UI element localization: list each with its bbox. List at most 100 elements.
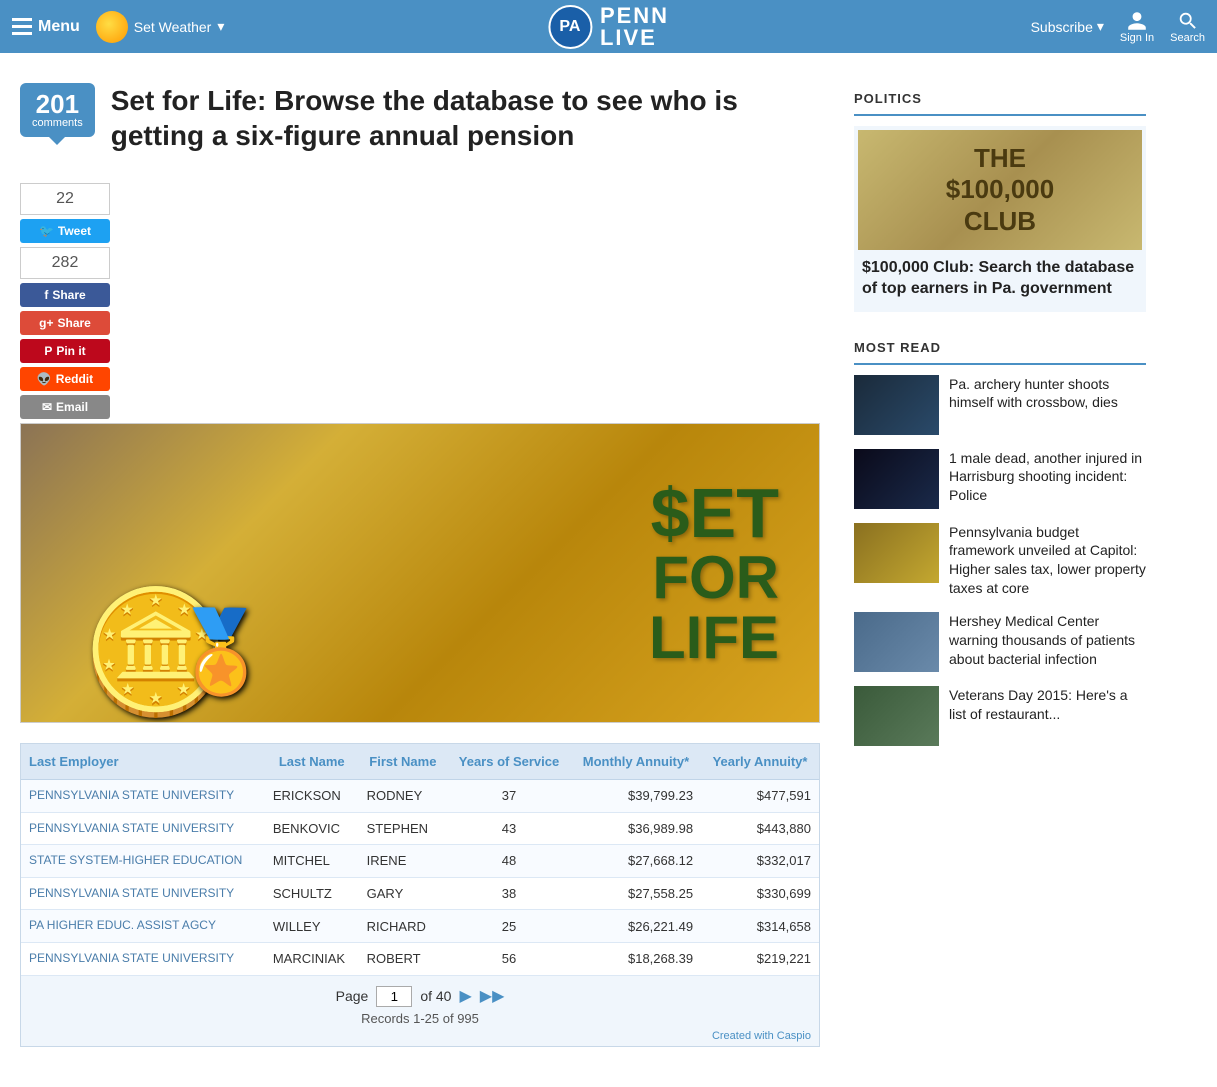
cell-employer: PENNSYLVANIA STATE UNIVERSITY <box>21 942 265 975</box>
page-input[interactable] <box>376 986 412 1007</box>
pagination-row: Page of 40 ▶ ▶▶ <box>21 976 819 1011</box>
cell-monthly: $27,558.25 <box>571 877 701 910</box>
most-read-item[interactable]: Pa. archery hunter shoots himself with c… <box>854 375 1146 435</box>
most-read-item-title: Veterans Day 2015: Here's a list of rest… <box>949 686 1146 724</box>
cell-years: 48 <box>447 845 571 878</box>
next-page-button[interactable]: ▶ <box>459 986 471 1006</box>
pinterest-button[interactable]: P Pin it <box>20 339 110 363</box>
cell-last-name: BENKOVIC <box>265 812 359 845</box>
pinterest-label: Pin it <box>56 344 85 358</box>
social-sidebar: 22 🐦 Tweet 282 f Share g+ Share P Pin it <box>20 183 110 423</box>
cell-years: 38 <box>447 877 571 910</box>
cell-yearly: $443,880 <box>701 812 819 845</box>
most-read-thumbnail <box>854 449 939 509</box>
header-logo[interactable]: PA PENN LIVE <box>548 5 669 49</box>
most-read-item-title: Pennsylvania budget framework unveiled a… <box>949 523 1146 599</box>
tweet-button[interactable]: 🐦 Tweet <box>20 219 110 243</box>
hero-text: $ET FOR LIFE <box>649 478 779 668</box>
person-icon <box>1126 10 1148 32</box>
cell-employer: STATE SYSTEM-HIGHER EDUCATION <box>21 845 265 878</box>
cell-yearly: $477,591 <box>701 780 819 813</box>
search-button[interactable]: Search <box>1170 10 1205 44</box>
most-read-thumbnail <box>854 523 939 583</box>
cell-monthly: $39,799.23 <box>571 780 701 813</box>
reddit-button[interactable]: 👽 Reddit <box>20 367 110 391</box>
most-read-item-title: 1 male dead, another injured in Harrisbu… <box>949 449 1146 506</box>
site-header: Menu Set Weather ▾ PA PENN LIVE Subscrib… <box>0 0 1217 53</box>
facebook-icon: f <box>44 288 48 302</box>
col-monthly[interactable]: Monthly Annuity* <box>571 744 701 780</box>
header-left: Menu Set Weather ▾ <box>12 11 1031 43</box>
share-count: 282 <box>20 247 110 279</box>
pinterest-icon: P <box>44 344 52 358</box>
database-table: Last Employer Last Name First Name Years… <box>21 744 819 976</box>
email-label: Email <box>56 400 88 414</box>
cell-years: 56 <box>447 942 571 975</box>
weather-label: Set Weather <box>134 19 212 35</box>
most-read-item[interactable]: 1 male dead, another injured in Harrisbu… <box>854 449 1146 509</box>
last-page-button[interactable]: ▶▶ <box>480 986 505 1006</box>
most-read-item[interactable]: Hershey Medical Center warning thousands… <box>854 612 1146 672</box>
email-button[interactable]: ✉ Email <box>20 395 110 419</box>
database-table-container: Last Employer Last Name First Name Years… <box>20 743 820 1047</box>
cell-first-name: RODNEY <box>359 780 447 813</box>
most-read-section: MOST READ Pa. archery hunter shoots hims… <box>854 332 1146 747</box>
subscribe-button[interactable]: Subscribe ▾ <box>1031 18 1104 35</box>
menu-label: Menu <box>38 18 80 36</box>
reddit-icon: 👽 <box>37 372 52 386</box>
table-row: PA HIGHER EDUC. ASSIST AGCY WILLEY RICHA… <box>21 910 819 943</box>
col-last-name[interactable]: Last Name <box>265 744 359 780</box>
weather-chevron-icon: ▾ <box>217 18 224 35</box>
most-read-thumbnail <box>854 612 939 672</box>
cell-years: 25 <box>447 910 571 943</box>
cell-last-name: MARCINIAK <box>265 942 359 975</box>
tweet-label: Tweet <box>58 224 91 238</box>
most-read-item-title: Hershey Medical Center warning thousands… <box>949 612 1146 669</box>
most-read-thumbnail <box>854 375 939 435</box>
featured-image: THE$100,000CLUB <box>858 130 1142 250</box>
cell-employer: PENNSYLVANIA STATE UNIVERSITY <box>21 780 265 813</box>
weather-button[interactable]: Set Weather ▾ <box>96 11 225 43</box>
search-label: Search <box>1170 32 1205 44</box>
email-icon: ✉ <box>42 400 52 414</box>
content-area: 201 comments Set for Life: Browse the da… <box>0 73 840 1067</box>
article-body-wrap: 22 🐦 Tweet 282 f Share g+ Share P Pin it <box>20 173 820 1057</box>
col-yearly[interactable]: Yearly Annuity* <box>701 744 819 780</box>
cell-monthly: $18,268.39 <box>571 942 701 975</box>
table-row: STATE SYSTEM-HIGHER EDUCATION MITCHEL IR… <box>21 845 819 878</box>
cell-yearly: $219,221 <box>701 942 819 975</box>
cell-yearly: $314,658 <box>701 910 819 943</box>
facebook-button[interactable]: f Share <box>20 283 110 307</box>
cell-last-name: ERICKSON <box>265 780 359 813</box>
subscribe-chevron-icon: ▾ <box>1097 18 1104 35</box>
menu-button[interactable]: Menu <box>12 18 80 36</box>
logo-text: PENN LIVE <box>600 5 669 49</box>
col-first-name[interactable]: First Name <box>359 744 447 780</box>
subscribe-label: Subscribe <box>1031 19 1093 35</box>
bars-icon: 🏅 <box>171 612 271 692</box>
hero-image: 🪙 🏅 $ET FOR LIFE <box>20 423 820 723</box>
cell-first-name: RICHARD <box>359 910 447 943</box>
cell-years: 43 <box>447 812 571 845</box>
cell-monthly: $26,221.49 <box>571 910 701 943</box>
facebook-label: Share <box>52 288 85 302</box>
cell-first-name: STEPHEN <box>359 812 447 845</box>
most-read-item[interactable]: Pennsylvania budget framework unveiled a… <box>854 523 1146 599</box>
article-title: Set for Life: Browse the database to see… <box>111 83 820 153</box>
records-label: Records 1-25 of 995 <box>21 1011 819 1030</box>
gplus-button[interactable]: g+ Share <box>20 311 110 335</box>
comment-bubble[interactable]: 201 comments <box>20 83 95 137</box>
politics-section-title: POLITICS <box>854 83 1146 116</box>
most-read-item[interactable]: Veterans Day 2015: Here's a list of rest… <box>854 686 1146 746</box>
sign-in-label: Sign In <box>1120 32 1154 44</box>
politics-section: POLITICS THE$100,000CLUB $100,000 Club: … <box>854 83 1146 312</box>
caspio-credit: Created with Caspio <box>21 1030 819 1046</box>
sidebar-featured[interactable]: THE$100,000CLUB $100,000 Club: Search th… <box>854 126 1146 312</box>
col-employer[interactable]: Last Employer <box>21 744 265 780</box>
col-years[interactable]: Years of Service <box>447 744 571 780</box>
sign-in-button[interactable]: Sign In <box>1120 10 1154 44</box>
table-row: PENNSYLVANIA STATE UNIVERSITY SCHULTZ GA… <box>21 877 819 910</box>
cell-employer: PENNSYLVANIA STATE UNIVERSITY <box>21 877 265 910</box>
cell-monthly: $36,989.98 <box>571 812 701 845</box>
cell-monthly: $27,668.12 <box>571 845 701 878</box>
